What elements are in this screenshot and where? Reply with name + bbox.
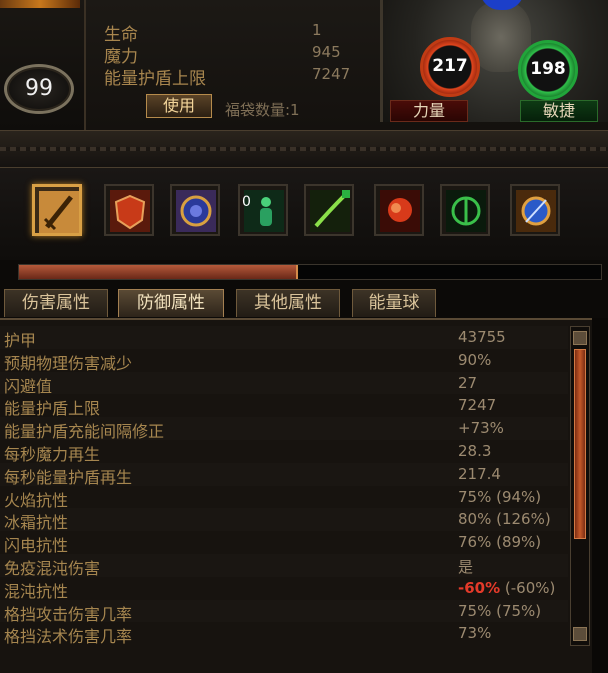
stat-value: 1 — [312, 21, 322, 39]
skill-slot-vine-blade[interactable] — [304, 184, 354, 236]
attribute-value: 7247 — [458, 396, 497, 415]
attribute-value: 27 — [458, 373, 478, 392]
scroll-up-icon[interactable] — [573, 331, 587, 345]
skill-count: 0 — [242, 194, 251, 210]
attribute-list: 护甲 43755 预期物理伤害减少 90% 闪避值 27 能量护盾上限 7247 能量护盾充能间… — [0, 326, 568, 647]
scrollbar[interactable] — [570, 326, 590, 646]
stat-label: 能量护盾上限 — [104, 69, 206, 89]
tab-defense[interactable]: 防御属性 — [118, 289, 224, 317]
vine-blade-icon — [310, 190, 350, 232]
attribute-row: 冰霜抗性 80% (126%) — [0, 508, 568, 533]
chain-ornament — [0, 147, 608, 151]
attribute-name: 每秒能量护盾再生 — [4, 467, 133, 487]
strength-label: 力量 — [390, 100, 468, 122]
attribute-value: +73% — [458, 419, 504, 438]
blue-orb-icon — [516, 190, 556, 232]
attribute-tabs: 伤害属性 防御属性 其他属性 能量球 — [0, 287, 608, 317]
attribute-value: 217.4 — [458, 464, 501, 483]
progress-bar — [18, 264, 602, 280]
skill-slot-fist[interactable] — [374, 184, 424, 236]
shield-icon — [110, 190, 150, 232]
attribute-name: 预期物理伤害减少 — [4, 353, 133, 373]
bag-count: 福袋数量:1 — [225, 101, 300, 119]
stat-value: 7247 — [312, 65, 351, 83]
attribute-name: 格挡攻击伤害几率 — [4, 604, 133, 624]
stat-row-energy-shield: 能量护盾上限 7247 — [104, 64, 364, 89]
attribute-row: 能量护盾充能间隔修正 +73% — [0, 417, 568, 442]
sword-icon — [39, 191, 79, 233]
green-emblem-icon — [446, 190, 486, 232]
scroll-down-icon[interactable] — [573, 627, 587, 641]
rune-icon — [176, 190, 216, 232]
attribute-row: 闪电抗性 76% (89%) — [0, 531, 568, 556]
attribute-name: 混沌抗性 — [4, 581, 69, 601]
attribute-row: 护甲 43755 — [0, 326, 568, 350]
level-badge: 99 — [4, 64, 74, 114]
attribute-name: 护甲 — [4, 331, 37, 350]
right-rail — [592, 318, 608, 673]
stat-value: 945 — [312, 43, 341, 61]
attribute-row: 每秒能量护盾再生 217.4 — [0, 463, 568, 487]
attribute-name: 免疫混沌伤害 — [4, 558, 101, 578]
attribute-value: 是 — [458, 557, 474, 576]
attribute-value: 73% — [458, 624, 492, 643]
progress-fill — [19, 265, 299, 279]
tab-energy-orb[interactable]: 能量球 — [352, 289, 436, 317]
attribute-value: 90% — [458, 350, 492, 369]
skill-slot-green-emblem[interactable] — [440, 184, 490, 236]
attribute-name: 冰霜抗性 — [4, 513, 69, 533]
attribute-value: 75% (94%) — [458, 487, 542, 506]
dexterity-orb: 198 — [518, 40, 578, 100]
negative-value: -60% — [458, 578, 501, 597]
base-stats: 生命 1 魔力 945 能量护盾上限 7247 — [104, 20, 364, 89]
use-button[interactable]: 使用 — [146, 94, 212, 118]
attribute-name: 能量护盾上限 — [4, 399, 101, 419]
stat-row-mana: 魔力 945 — [104, 42, 364, 67]
dexterity-label: 敏捷 — [520, 100, 598, 122]
frame-glow — [0, 0, 80, 8]
attribute-value: 75% (75%) — [458, 601, 542, 620]
stat-row-life: 生命 1 — [104, 20, 364, 45]
skill-slot-shield[interactable] — [104, 184, 154, 236]
attribute-name: 格挡法术伤害几率 — [4, 627, 133, 647]
tab-other[interactable]: 其他属性 — [236, 289, 340, 317]
skill-slot-blue-orb[interactable] — [510, 184, 560, 236]
attribute-row: 闪避值 27 — [0, 372, 568, 396]
attribute-row: 每秒魔力再生 28.3 — [0, 440, 568, 464]
scroll-thumb[interactable] — [574, 349, 586, 539]
value-rest: (-60%) — [500, 578, 556, 597]
attribute-value: -60% (-60%) — [458, 579, 555, 597]
skill-slot-figure[interactable]: 0 — [238, 184, 288, 236]
attribute-name: 每秒魔力再生 — [4, 444, 101, 464]
skill-slot-rune[interactable] — [170, 184, 220, 236]
attribute-value: 43755 — [458, 328, 506, 346]
fist-icon — [380, 190, 420, 232]
attribute-value: 28.3 — [458, 441, 492, 460]
attribute-row: 能量护盾上限 7247 — [0, 394, 568, 419]
attribute-row: 预期物理伤害减少 90% — [0, 349, 568, 373]
attribute-value: 76% (89%) — [458, 533, 542, 552]
attribute-row: 混沌抗性 -60% (-60%) — [0, 577, 568, 601]
attribute-name: 能量护盾充能间隔修正 — [4, 422, 165, 442]
attribute-row: 格挡攻击伤害几率 75% (75%) — [0, 600, 568, 624]
attribute-name: 闪避值 — [4, 376, 53, 396]
tab-damage[interactable]: 伤害属性 — [4, 289, 108, 317]
attribute-row: 火焰抗性 75% (94%) — [0, 486, 568, 510]
strength-orb: 217 — [420, 37, 480, 97]
divider — [0, 130, 608, 168]
attribute-row: 免疫混沌伤害 是 — [0, 554, 568, 578]
attribute-name: 闪电抗性 — [4, 536, 69, 556]
attribute-row: 格挡法术伤害几率 73% — [0, 622, 568, 647]
attribute-name: 火焰抗性 — [4, 490, 69, 510]
skill-slot-sword[interactable] — [32, 184, 82, 236]
attribute-value: 80% (126%) — [458, 510, 551, 529]
